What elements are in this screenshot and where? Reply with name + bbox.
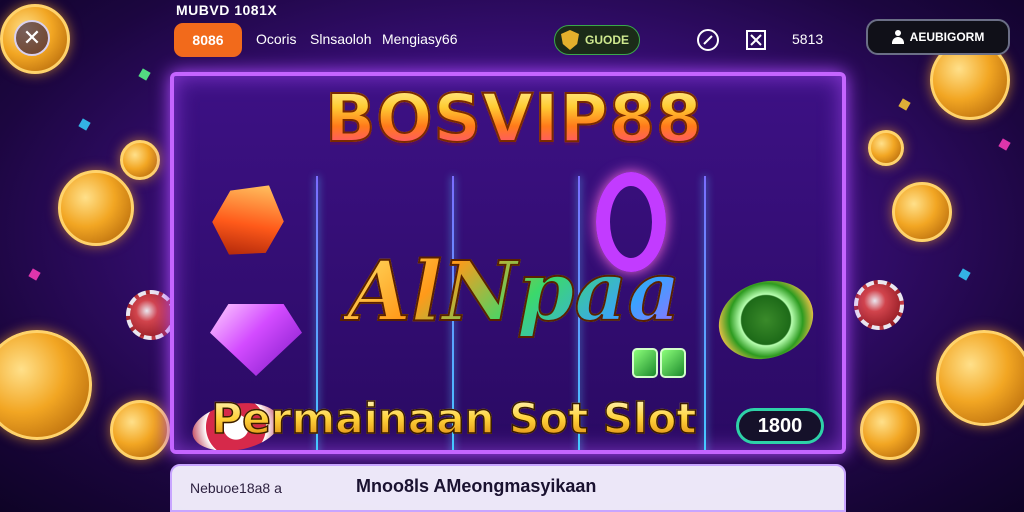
user-icon [891, 30, 904, 44]
green-chip-symbol-icon [708, 269, 824, 371]
confetti [78, 118, 91, 131]
x-box-icon [746, 30, 766, 50]
nav-link-2[interactable]: Slnsaoloh [310, 31, 372, 47]
confetti [138, 68, 151, 81]
background-coin [58, 170, 134, 246]
score-button[interactable]: 1800 [736, 408, 824, 444]
die-icon [632, 348, 658, 378]
bottom-bar: Nebuoe18a8 a Mnoo8ls AMeongmasyikaan [170, 464, 846, 512]
account-label: AEUBIGORM [909, 30, 985, 44]
confetti [958, 268, 971, 281]
nav-link-3[interactable]: Mengiasy66 [382, 31, 458, 47]
close-icon: ✕ [22, 25, 42, 50]
background-coin [110, 400, 170, 460]
background-chip [126, 290, 176, 340]
counter-text: 5813 [792, 31, 824, 47]
x-box-button[interactable] [742, 26, 770, 54]
background-coin [868, 130, 904, 166]
background-coin [120, 140, 160, 180]
dice-icon [632, 348, 688, 382]
background-chip [854, 280, 904, 330]
center-symbol-text: AlNpaa [344, 243, 684, 341]
bottom-left-text: Nebuoe18a8 a [190, 480, 282, 496]
confetti [998, 138, 1011, 151]
balance-badge[interactable]: GUODE [554, 25, 641, 55]
game-logo: BOSVIP88 [274, 79, 754, 158]
ruby-symbol-icon [202, 170, 296, 270]
gem-symbol-icon [210, 304, 302, 376]
nav-link-1[interactable]: Ocoris [256, 31, 296, 47]
game-banner: Permainaan Sot Slot [174, 393, 734, 444]
shield-icon [561, 30, 579, 50]
bottom-main-text[interactable]: Mnoo8ls AMeongmasyikaan [356, 476, 596, 497]
background-coin [0, 330, 92, 440]
edit-button[interactable] [694, 26, 722, 54]
confetti [28, 268, 41, 281]
close-button[interactable]: ✕ [14, 20, 50, 56]
die-icon [660, 348, 686, 378]
account-button[interactable]: AEUBIGORM [866, 19, 1010, 55]
confetti [898, 98, 911, 111]
background-coin [860, 400, 920, 460]
nav-pill-button[interactable]: 8086 [174, 23, 242, 57]
top-label: MUBVD 1081X [176, 2, 278, 18]
slot-machine-panel[interactable]: BOSVIP88 AlNpaa Permainaan Sot Slot 1800 [170, 72, 846, 454]
background-coin [936, 330, 1024, 426]
pencil-icon [697, 29, 719, 51]
balance-label: GUODE [585, 33, 630, 47]
background-coin [892, 182, 952, 242]
